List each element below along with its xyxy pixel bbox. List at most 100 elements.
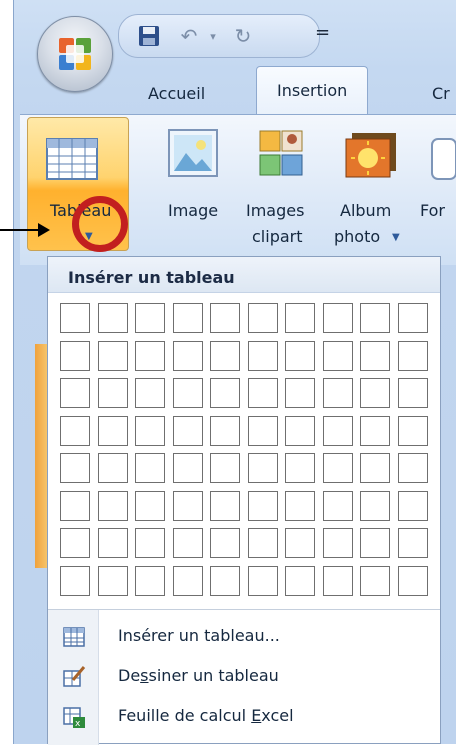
menu-item-insert-table[interactable]: Insérer un tableau... (48, 617, 440, 657)
tab-accueil[interactable]: Accueil (148, 76, 205, 112)
grid-cell[interactable] (360, 453, 390, 483)
grid-cell[interactable] (360, 528, 390, 558)
grid-cell[interactable] (360, 491, 390, 521)
grid-cell[interactable] (398, 378, 428, 408)
grid-cell[interactable] (98, 491, 128, 521)
grid-cell[interactable] (360, 378, 390, 408)
images-clipart-label-2: clipart (252, 227, 303, 246)
grid-cell[interactable] (98, 341, 128, 371)
menu-item-label: Insérer un tableau... (118, 626, 280, 645)
grid-cell[interactable] (248, 378, 278, 408)
grid-cell[interactable] (248, 303, 278, 333)
grid-cell[interactable] (98, 416, 128, 446)
customize-qat-icon[interactable]: = (315, 22, 330, 43)
undo-icon[interactable]: ↶ (177, 24, 201, 48)
redo-icon[interactable]: ↻ (231, 24, 255, 48)
grid-cell[interactable] (360, 566, 390, 596)
grid-cell[interactable] (323, 491, 353, 521)
grid-cell[interactable] (248, 416, 278, 446)
grid-cell[interactable] (135, 453, 165, 483)
grid-cell[interactable] (173, 566, 203, 596)
grid-cell[interactable] (210, 341, 240, 371)
grid-cell[interactable] (60, 303, 90, 333)
tab-creation[interactable]: Cr (432, 76, 450, 112)
grid-cell[interactable] (60, 341, 90, 371)
grid-cell[interactable] (398, 416, 428, 446)
grid-cell[interactable] (398, 528, 428, 558)
grid-cell[interactable] (323, 528, 353, 558)
grid-cell[interactable] (398, 453, 428, 483)
grid-cell[interactable] (135, 416, 165, 446)
grid-cell[interactable] (248, 453, 278, 483)
grid-cell[interactable] (210, 528, 240, 558)
grid-cell[interactable] (248, 341, 278, 371)
grid-cell[interactable] (60, 378, 90, 408)
grid-cell[interactable] (210, 453, 240, 483)
grid-cell[interactable] (323, 566, 353, 596)
grid-cell[interactable] (210, 416, 240, 446)
grid-cell[interactable] (248, 566, 278, 596)
office-button[interactable] (37, 16, 113, 92)
grid-cell[interactable] (98, 453, 128, 483)
menu-item-draw-table[interactable]: Dessiner un tableau (48, 657, 440, 697)
grid-cell[interactable] (60, 566, 90, 596)
grid-cell[interactable] (173, 491, 203, 521)
grid-cell[interactable] (98, 528, 128, 558)
grid-cell[interactable] (285, 378, 315, 408)
shapes-icon (431, 138, 456, 180)
grid-cell[interactable] (248, 491, 278, 521)
grid-cell[interactable] (60, 528, 90, 558)
grid-cell[interactable] (323, 416, 353, 446)
grid-cell[interactable] (285, 528, 315, 558)
grid-cell[interactable] (285, 491, 315, 521)
grid-cell[interactable] (210, 566, 240, 596)
grid-cell[interactable] (210, 378, 240, 408)
grid-cell[interactable] (248, 528, 278, 558)
menu-item-excel-sheet[interactable]: x Feuille de calcul Excel (48, 697, 440, 737)
insert-table-menu: Insérer un tableau Insérer un tableau...… (47, 256, 441, 745)
grid-cell[interactable] (60, 491, 90, 521)
grid-cell[interactable] (135, 303, 165, 333)
grid-cell[interactable] (210, 303, 240, 333)
annotation-arrow-head (38, 223, 50, 237)
insert-table-icon (63, 627, 85, 647)
grid-cell[interactable] (173, 303, 203, 333)
grid-cell[interactable] (398, 491, 428, 521)
grid-cell[interactable] (173, 416, 203, 446)
grid-cell[interactable] (285, 303, 315, 333)
grid-cell[interactable] (398, 303, 428, 333)
grid-cell[interactable] (135, 341, 165, 371)
grid-cell[interactable] (360, 416, 390, 446)
tab-insertion[interactable]: Insertion (256, 66, 369, 115)
undo-dropdown-icon[interactable]: ▾ (201, 24, 225, 48)
grid-cell[interactable] (135, 528, 165, 558)
grid-cell[interactable] (173, 453, 203, 483)
grid-cell[interactable] (60, 416, 90, 446)
grid-cell[interactable] (135, 491, 165, 521)
save-icon[interactable] (137, 24, 161, 48)
grid-cell[interactable] (360, 303, 390, 333)
grid-cell[interactable] (210, 491, 240, 521)
grid-cell[interactable] (323, 453, 353, 483)
grid-cell[interactable] (360, 341, 390, 371)
grid-cell[interactable] (323, 378, 353, 408)
album-photo-label-1: Album (340, 201, 392, 220)
grid-cell[interactable] (98, 378, 128, 408)
grid-cell[interactable] (285, 416, 315, 446)
grid-cell[interactable] (285, 453, 315, 483)
grid-cell[interactable] (173, 528, 203, 558)
grid-cell[interactable] (323, 341, 353, 371)
grid-cell[interactable] (98, 566, 128, 596)
grid-cell[interactable] (173, 341, 203, 371)
grid-cell[interactable] (285, 566, 315, 596)
grid-cell[interactable] (173, 378, 203, 408)
grid-cell[interactable] (398, 566, 428, 596)
grid-cell[interactable] (135, 378, 165, 408)
grid-cell[interactable] (60, 453, 90, 483)
grid-cell[interactable] (98, 303, 128, 333)
album-photo-dropdown-icon[interactable]: ▼ (392, 232, 400, 243)
grid-cell[interactable] (285, 341, 315, 371)
grid-cell[interactable] (135, 566, 165, 596)
grid-cell[interactable] (323, 303, 353, 333)
grid-cell[interactable] (398, 341, 428, 371)
